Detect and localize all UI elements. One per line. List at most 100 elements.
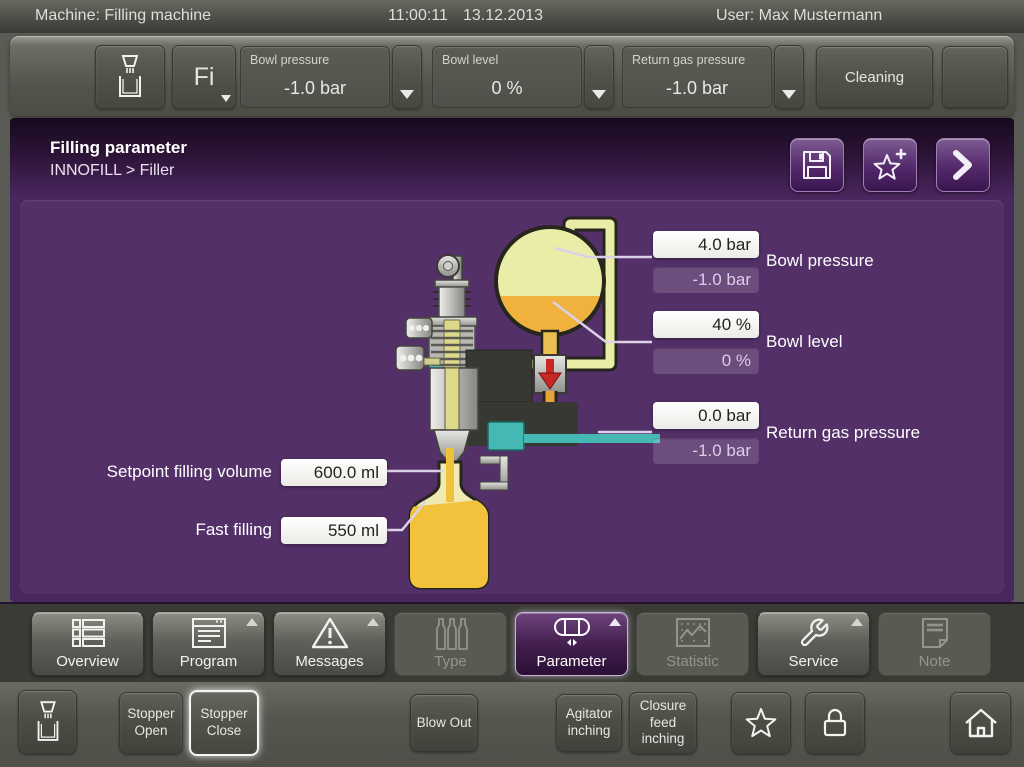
tank-parameter-icon bbox=[550, 615, 594, 651]
cleaning-label: Cleaning bbox=[845, 69, 904, 86]
tab-parameter[interactable]: Parameter bbox=[515, 612, 628, 676]
button-label: Stopper Open bbox=[123, 706, 179, 740]
clock-date: 13.12.2013 bbox=[463, 7, 543, 25]
tab-statistic: Statistic bbox=[636, 612, 749, 676]
page-title: Filling parameter bbox=[50, 138, 187, 158]
breadcrumb: INNOFILL > Filler bbox=[50, 162, 174, 180]
tab-program[interactable]: Program bbox=[152, 612, 265, 676]
bottom-action-bar: Stopper Open Stopper Close Blow Out Agit… bbox=[0, 682, 1024, 767]
parameter-content: 4.0 bar -1.0 bar Bowl pressure 40 % 0 % … bbox=[20, 200, 1004, 594]
agitator-inching-button[interactable]: Agitator inching bbox=[556, 694, 622, 752]
button-label: Stopper Close bbox=[194, 706, 254, 740]
bowl-pressure-actual-field: -1.0 bar bbox=[653, 267, 759, 293]
setpoint-filling-volume-label: Setpoint filling volume bbox=[42, 462, 272, 482]
star-icon bbox=[743, 706, 779, 740]
tab-type: Type bbox=[394, 612, 507, 676]
note-icon bbox=[915, 615, 955, 651]
fi-select-button[interactable]: Fi bbox=[172, 45, 236, 109]
fi-label: Fi bbox=[194, 63, 215, 92]
cleaning-button[interactable]: Cleaning bbox=[816, 46, 933, 108]
chevron-down-icon bbox=[782, 90, 796, 99]
tab-label: Messages bbox=[295, 653, 363, 670]
next-page-button[interactable] bbox=[936, 138, 990, 192]
combo-bowl-pressure[interactable]: Bowl pressure -1.0 bar bbox=[240, 46, 390, 108]
blow-out-button[interactable]: Blow Out bbox=[410, 694, 478, 752]
favorite-add-icon bbox=[871, 147, 909, 183]
filling-valve-icon bbox=[31, 700, 65, 744]
button-label: Agitator inching bbox=[560, 706, 618, 740]
closure-feed-inching-button[interactable]: Closure feed inching bbox=[629, 692, 697, 754]
favorites-button[interactable] bbox=[731, 692, 791, 754]
button-label: Closure feed inching bbox=[633, 698, 693, 749]
filling-valve-icon bbox=[112, 54, 148, 100]
bowl-pressure-label: Bowl pressure bbox=[766, 251, 874, 271]
tab-note: Note bbox=[878, 612, 991, 676]
tab-label: Statistic bbox=[666, 653, 719, 670]
combo-bowl-pressure-dropdown[interactable] bbox=[392, 45, 422, 109]
return-gas-actual-field: -1.0 bar bbox=[653, 438, 759, 464]
fast-filling-field[interactable]: 550 ml bbox=[281, 517, 387, 544]
clock-time: 11:00:11 bbox=[388, 7, 448, 25]
top-status-bar: Machine: Filling machine 11:00:11 13.12.… bbox=[0, 0, 1024, 33]
combo-bowl-level-dropdown[interactable] bbox=[584, 45, 614, 109]
user-label: User: Max Mustermann bbox=[716, 7, 882, 25]
return-gas-label: Return gas pressure bbox=[766, 423, 920, 443]
wrench-icon bbox=[797, 615, 831, 651]
combo-label: Bowl pressure bbox=[250, 53, 329, 67]
chevron-down-icon bbox=[592, 90, 606, 99]
fast-filling-label: Fast filling bbox=[42, 520, 272, 540]
combo-value: -1.0 bar bbox=[241, 78, 389, 99]
combo-label: Return gas pressure bbox=[632, 53, 745, 67]
add-favorite-button[interactable] bbox=[863, 138, 917, 192]
chevron-right-icon bbox=[952, 149, 974, 181]
program-window-icon bbox=[189, 615, 229, 651]
combo-return-gas-dropdown[interactable] bbox=[774, 45, 804, 109]
tab-label: Type bbox=[434, 653, 467, 670]
navigation-tab-bar: Overview Program Messa bbox=[0, 602, 1024, 682]
submenu-arrow-icon bbox=[367, 618, 379, 626]
bowl-level-label: Bowl level bbox=[766, 332, 843, 352]
setpoint-filling-volume-field[interactable]: 600.0 ml bbox=[281, 459, 387, 486]
tab-service[interactable]: Service bbox=[757, 612, 870, 676]
empty-toolbar-button[interactable] bbox=[942, 46, 1008, 108]
tab-label: Service bbox=[788, 653, 838, 670]
filling-valve-button[interactable] bbox=[95, 45, 165, 109]
bowl-level-setpoint-field[interactable]: 40 % bbox=[653, 311, 759, 338]
lock-icon bbox=[817, 705, 853, 741]
machine-label: Machine: Filling machine bbox=[35, 7, 211, 25]
warning-triangle-icon bbox=[310, 615, 350, 651]
combo-label: Bowl level bbox=[442, 53, 498, 67]
bottles-icon bbox=[431, 615, 471, 651]
tab-label: Note bbox=[919, 653, 951, 670]
stopper-open-button[interactable]: Stopper Open bbox=[119, 692, 183, 754]
tab-label: Program bbox=[180, 653, 238, 670]
hmi-screen: Machine: Filling machine 11:00:11 13.12.… bbox=[0, 0, 1024, 767]
toolbar: Fi Bowl pressure -1.0 bar Bowl level 0 %… bbox=[10, 36, 1014, 116]
submenu-arrow-icon bbox=[851, 618, 863, 626]
save-icon bbox=[799, 147, 835, 183]
lock-button[interactable] bbox=[805, 692, 865, 754]
tab-label: Overview bbox=[56, 653, 119, 670]
combo-value: -1.0 bar bbox=[623, 78, 771, 99]
tab-messages[interactable]: Messages bbox=[273, 612, 386, 676]
stopper-close-button[interactable]: Stopper Close bbox=[189, 690, 259, 756]
bowl-level-actual-field: 0 % bbox=[653, 348, 759, 374]
submenu-arrow-icon bbox=[609, 618, 621, 626]
home-button[interactable] bbox=[950, 692, 1011, 754]
home-icon bbox=[962, 706, 1000, 740]
save-button[interactable] bbox=[790, 138, 844, 192]
tab-overview[interactable]: Overview bbox=[31, 612, 144, 676]
tab-label: Parameter bbox=[536, 653, 606, 670]
combo-return-gas-pressure[interactable]: Return gas pressure -1.0 bar bbox=[622, 46, 772, 108]
filling-valve-button-bottom[interactable] bbox=[18, 690, 77, 754]
statistic-chart-icon bbox=[673, 615, 713, 651]
combo-bowl-level[interactable]: Bowl level 0 % bbox=[432, 46, 582, 108]
overview-list-icon bbox=[68, 615, 108, 651]
submenu-arrow-icon bbox=[246, 618, 258, 626]
chevron-down-icon bbox=[221, 95, 231, 102]
combo-value: 0 % bbox=[433, 78, 581, 99]
return-gas-setpoint-field[interactable]: 0.0 bar bbox=[653, 402, 759, 429]
main-panel: Filling parameter INNOFILL > Filler bbox=[10, 118, 1014, 602]
chevron-down-icon bbox=[400, 90, 414, 99]
bowl-pressure-setpoint-field[interactable]: 4.0 bar bbox=[653, 231, 759, 258]
